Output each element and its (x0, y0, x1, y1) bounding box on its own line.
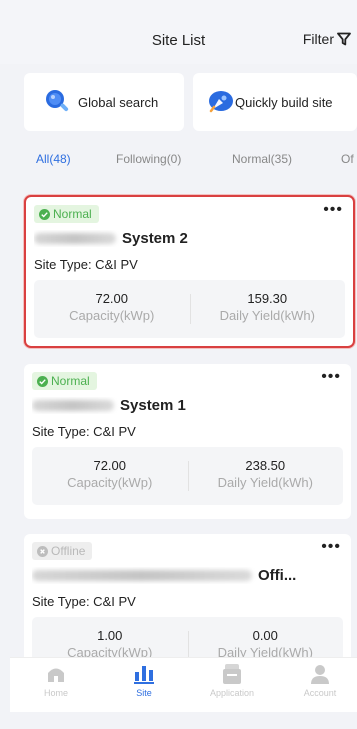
status-text: Normal (53, 207, 92, 221)
nav-account[interactable]: Account (290, 664, 350, 698)
site-type: Site Type: C&I PV (32, 424, 136, 439)
global-search-label: Global search (78, 94, 159, 110)
daily-yield-stat: 238.50 Daily Yield(kWh) (188, 458, 344, 490)
daily-yield-label: Daily Yield(kWh) (219, 308, 315, 323)
capacity-value: 72.00 (95, 291, 129, 306)
capacity-stat: 72.00 Capacity(kWp) (34, 291, 190, 323)
site-name: System 2 (34, 230, 343, 247)
site-name-text: System 2 (122, 230, 188, 247)
site-card[interactable]: Normal ••• System 1 Site Type: C&I PV 72… (24, 364, 351, 519)
status-badge: Normal (34, 205, 99, 223)
daily-yield-value: 159.30 (247, 291, 288, 306)
nav-label: Account (303, 688, 337, 698)
site-type: Site Type: C&I PV (32, 594, 136, 609)
daily-yield-stat: 0.00 Daily Yield(kWh) (188, 628, 344, 660)
quick-actions: Global search Quickly build site (0, 73, 357, 133)
redacted-name-blur (32, 570, 252, 581)
capacity-label: Capacity(kWp) (67, 475, 153, 490)
check-circle-icon (37, 375, 48, 387)
tab-following[interactable]: Following(0) (116, 152, 181, 166)
application-icon (221, 664, 243, 684)
status-text: Normal (51, 374, 90, 388)
search-icon (42, 87, 72, 117)
quick-build-label: Quickly build site (235, 94, 333, 110)
status-tabs: All(48) Following(0) Normal(35) Of (0, 148, 357, 174)
rocket-icon (205, 87, 235, 117)
capacity-stat: 72.00 Capacity(kWp) (32, 458, 188, 490)
daily-yield-stat: 159.30 Daily Yield(kWh) (190, 291, 346, 323)
site-name-text: System 1 (120, 397, 186, 414)
site-card[interactable]: Normal ••• System 2 Site Type: C&I PV 72… (24, 195, 355, 348)
site-stats: 72.00 Capacity(kWp) 159.30 Daily Yield(k… (34, 280, 345, 338)
more-options-icon[interactable]: ••• (321, 538, 341, 556)
x-circle-icon (37, 545, 48, 557)
tab-offline[interactable]: Of (341, 152, 354, 166)
site-name: System 1 (32, 397, 341, 414)
status-badge: Normal (32, 372, 97, 390)
daily-yield-value: 238.50 (245, 458, 286, 473)
daily-yield-value: 0.00 (252, 628, 278, 643)
site-name: Offi... (32, 567, 341, 584)
header: Site List Filter (0, 0, 357, 64)
nav-label: Home (43, 688, 68, 698)
redacted-name-blur (32, 400, 114, 411)
site-name-text: Offi... (258, 567, 297, 584)
capacity-value: 1.00 (97, 628, 123, 643)
nav-label: Site (136, 688, 152, 698)
site-chart-icon (133, 664, 155, 684)
check-circle-icon (39, 208, 50, 220)
nav-label: Application (209, 688, 255, 698)
status-text: Offline (51, 544, 86, 558)
capacity-label: Capacity(kWp) (69, 308, 155, 323)
home-icon (45, 664, 67, 684)
site-stats: 72.00 Capacity(kWp) 238.50 Daily Yield(k… (32, 447, 343, 505)
site-type: Site Type: C&I PV (34, 257, 138, 272)
status-badge: Offline (32, 542, 93, 560)
filter-button[interactable]: Filter (303, 31, 351, 47)
capacity-value: 72.00 (93, 458, 127, 473)
bottom-nav: Home Site Application Account (10, 657, 357, 712)
account-icon (309, 664, 331, 684)
redacted-name-blur (34, 233, 116, 244)
nav-application[interactable]: Application (202, 664, 262, 698)
filter-label: Filter (302, 31, 334, 47)
daily-yield-label: Daily Yield(kWh) (217, 475, 313, 490)
nav-home[interactable]: Home (26, 664, 86, 698)
capacity-stat: 1.00 Capacity(kWp) (32, 628, 188, 660)
funnel-icon (337, 32, 351, 46)
global-search-button[interactable]: Global search (24, 73, 184, 131)
nav-site[interactable]: Site (114, 664, 174, 698)
quick-build-site-button[interactable]: Quickly build site (193, 73, 357, 131)
more-options-icon[interactable]: ••• (323, 201, 343, 219)
tab-all[interactable]: All(48) (36, 152, 71, 166)
tab-normal[interactable]: Normal(35) (232, 152, 292, 166)
more-options-icon[interactable]: ••• (321, 368, 341, 386)
